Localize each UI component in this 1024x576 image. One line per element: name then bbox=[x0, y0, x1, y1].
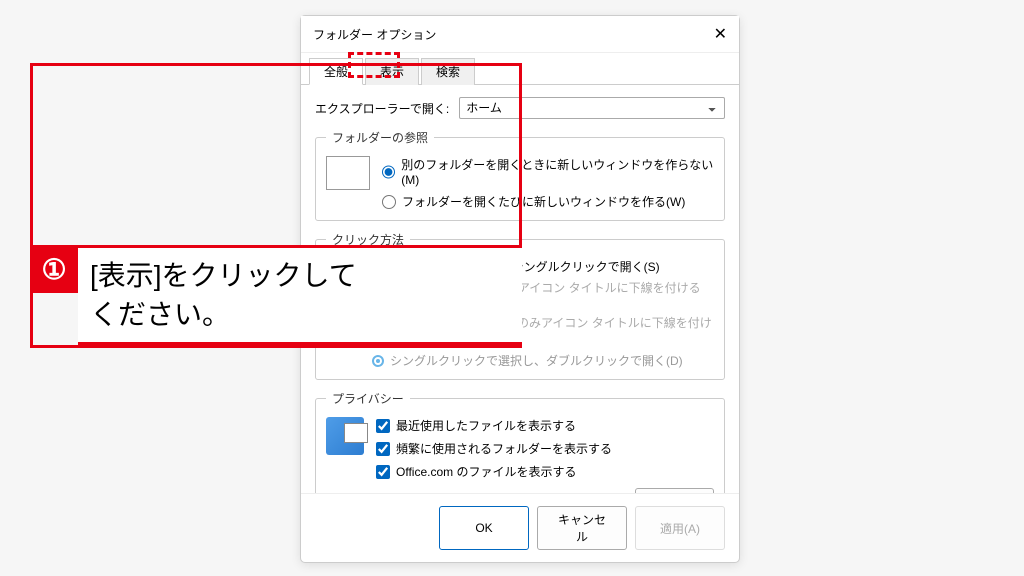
chk-office-files[interactable]: Office.com のファイルを表示する bbox=[376, 463, 714, 480]
cancel-button[interactable]: キャンセル bbox=[537, 506, 627, 550]
folder-browse-legend: フォルダーの参照 bbox=[326, 129, 434, 146]
apply-button: 適用(A) bbox=[635, 506, 725, 550]
open-with-label: エクスプローラーで開く: bbox=[315, 100, 449, 117]
privacy-legend: プライバシー bbox=[326, 390, 410, 407]
tab-general[interactable]: 全般 bbox=[309, 58, 363, 85]
folder-browse-group: フォルダーの参照 別のフォルダーを開くときに新しいウィンドウを作らない(M) フ… bbox=[315, 129, 725, 221]
tab-search[interactable]: 検索 bbox=[421, 58, 475, 85]
tab-strip: 全般 表示 検索 bbox=[301, 53, 739, 85]
dialog-button-row: OK キャンセル 適用(A) bbox=[301, 493, 739, 562]
radio-no-new-window[interactable]: 別のフォルダーを開くときに新しいウィンドウを作らない(M) bbox=[382, 156, 714, 187]
annotation-number-badge: ① bbox=[30, 245, 78, 293]
folder-browse-icon bbox=[326, 156, 370, 190]
open-with-select[interactable]: ホーム bbox=[459, 97, 725, 119]
privacy-group: プライバシー 最近使用したファイルを表示する 頻繁に使用されるフォルダーを表示す… bbox=[315, 390, 725, 493]
radio-dot-icon bbox=[372, 355, 384, 367]
radio-double-click[interactable]: シングルクリックで選択し、ダブルクリックで開く(D) bbox=[372, 352, 714, 369]
annotation-instruction: [表示]をクリックして ください。 bbox=[78, 245, 522, 345]
radio-new-window[interactable]: フォルダーを開くたびに新しいウィンドウを作る(W) bbox=[382, 193, 714, 210]
tab-view[interactable]: 表示 bbox=[365, 58, 419, 85]
chk-recent-files[interactable]: 最近使用したファイルを表示する bbox=[376, 417, 714, 434]
dialog-title: フォルダー オプション bbox=[313, 26, 436, 43]
chk-frequent-folders[interactable]: 頻繁に使用されるフォルダーを表示する bbox=[376, 440, 714, 457]
close-icon[interactable]: ✕ bbox=[714, 24, 727, 44]
ok-button[interactable]: OK bbox=[439, 506, 529, 550]
titlebar: フォルダー オプション ✕ bbox=[301, 16, 739, 53]
privacy-icon bbox=[326, 417, 364, 455]
